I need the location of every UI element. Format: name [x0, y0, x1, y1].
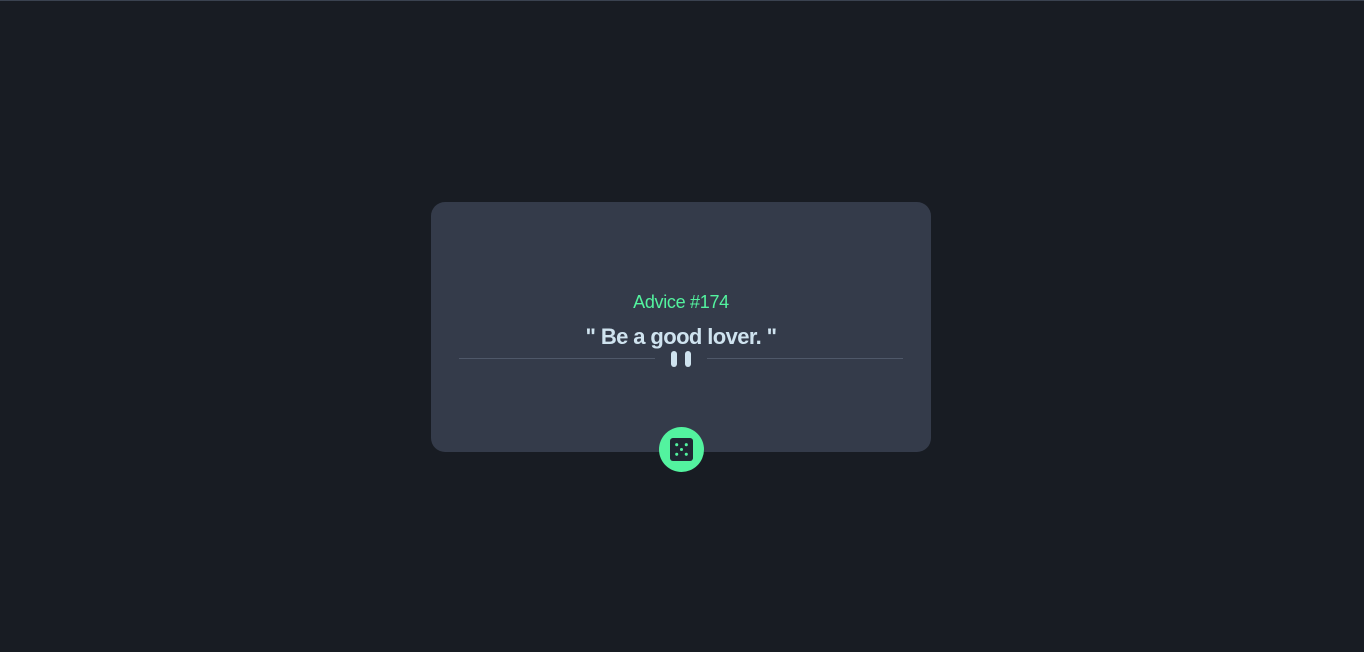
divider-line-right: [707, 358, 903, 359]
advice-quote: " Be a good lover. ": [585, 324, 777, 349]
divider: [459, 351, 903, 367]
top-border: [0, 0, 1364, 1]
pause-icon: [671, 351, 691, 367]
advice-id: Advice #174: [633, 292, 729, 312]
divider-line-left: [459, 358, 655, 359]
dice-icon: [670, 438, 693, 461]
pause-bar-left: [671, 351, 677, 367]
pause-bar-right: [685, 351, 691, 367]
generate-advice-button[interactable]: [659, 427, 704, 472]
advice-card: Advice #174 " Be a good lover. ": [431, 202, 931, 452]
